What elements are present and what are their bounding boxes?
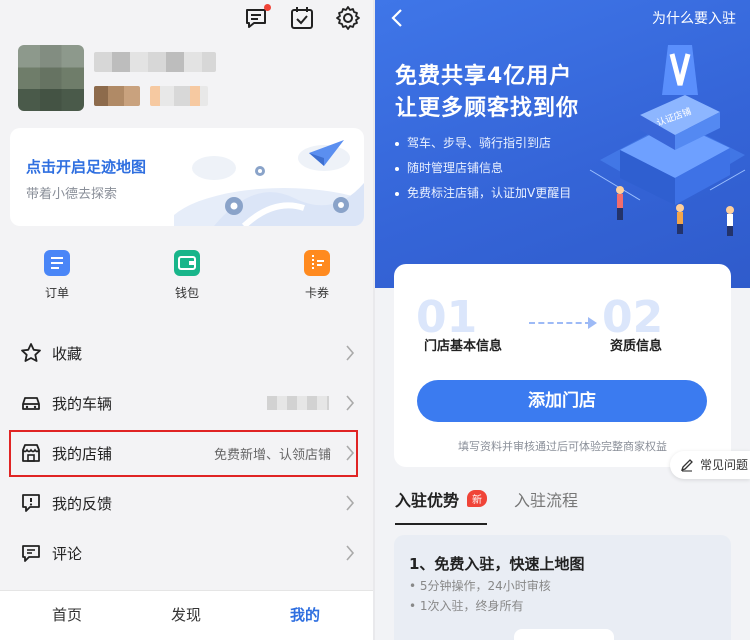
back-arrow-icon[interactable] xyxy=(389,8,407,28)
tab-mine[interactable]: 我的 xyxy=(290,604,320,625)
quick-order[interactable]: 订单 xyxy=(17,250,97,301)
step-arrow-line xyxy=(529,322,591,324)
map-card-subtitle: 带着小德去探索 xyxy=(26,187,118,202)
menu-item-favorites[interactable]: 收藏 xyxy=(0,328,373,378)
map-illustration xyxy=(174,140,364,226)
hero-bullet: 免费标注店铺，认证加V更醒目 xyxy=(395,184,571,201)
bottom-nav: 首页 发现 我的 xyxy=(0,590,373,640)
new-badge: 新 xyxy=(467,490,487,507)
chevron-right-icon xyxy=(346,545,355,561)
my-store-highlight-box xyxy=(9,430,358,477)
tab-discover[interactable]: 发现 xyxy=(171,604,201,625)
store-onboarding-screen: 为什么要入驻 免费共享4亿用户 让更多顾客找到你 驾车、步导、骑行指引到店 随时… xyxy=(375,0,750,640)
step-1-label: 门店基本信息 xyxy=(424,339,503,354)
wallet-icon xyxy=(174,250,200,276)
benefit-item: 5分钟操作，24小时审核 xyxy=(409,577,551,594)
store-building-illustration: 认证店铺 xyxy=(589,45,746,236)
message-icon[interactable] xyxy=(243,4,271,31)
quick-coupon-label: 卡券 xyxy=(304,286,329,300)
order-icon xyxy=(44,250,70,276)
menu-item-comments-label: 评论 xyxy=(52,545,83,563)
top-icon-bar xyxy=(243,4,361,31)
settings-icon[interactable] xyxy=(335,5,361,31)
quick-wallet[interactable]: 钱包 xyxy=(147,250,227,301)
menu-item-comments[interactable]: 评论 xyxy=(0,528,373,578)
hero-bullet: 随时管理店铺信息 xyxy=(395,159,503,176)
profile-screen: 点击开启足迹地图 带着小德去探索 订单 钱包 卡券 收藏 我的车辆 我的店铺 免… xyxy=(0,0,373,640)
benefit-title: 1、免费入驻，快速上地图 xyxy=(409,555,585,573)
step-2-label: 资质信息 xyxy=(610,339,663,354)
chevron-right-icon xyxy=(346,395,355,411)
tab-home[interactable]: 首页 xyxy=(52,604,82,625)
chevron-right-icon xyxy=(346,345,355,361)
car-icon xyxy=(22,397,40,410)
faq-label: 常见问题 xyxy=(700,458,749,472)
hero-banner: 为什么要入驻 免费共享4亿用户 让更多顾客找到你 驾车、步导、骑行指引到店 随时… xyxy=(375,0,750,288)
avatar[interactable] xyxy=(18,45,84,111)
menu-item-vehicles-label: 我的车辆 xyxy=(52,395,113,413)
active-tab-underline xyxy=(395,523,487,525)
hero-bullet: 驾车、步导、骑行指引到店 xyxy=(395,134,551,151)
feedback-icon xyxy=(22,494,40,512)
star-icon xyxy=(21,343,41,362)
chevron-right-icon xyxy=(346,495,355,511)
footprint-map-card[interactable]: 点击开启足迹地图 带着小德去探索 xyxy=(10,128,364,226)
coupon-icon xyxy=(304,250,330,276)
unread-dot xyxy=(264,4,271,11)
quick-order-label: 订单 xyxy=(44,286,69,300)
faq-button[interactable]: 常见问题 xyxy=(670,451,750,479)
onboarding-steps-card: 01 门店基本信息 02 资质信息 添加门店 填写资料并审核通过后可体验完整商家… xyxy=(394,264,731,467)
hero-headline-2: 让更多顾客找到你 xyxy=(395,96,580,121)
edit-pen-icon xyxy=(680,459,693,472)
user-tag-blurred xyxy=(150,86,208,106)
menu-item-favorites-label: 收藏 xyxy=(52,345,83,363)
onboarding-tabs: 入驻优势 新 入驻流程 xyxy=(375,487,750,527)
menu-item-feedback-label: 我的反馈 xyxy=(52,495,113,513)
benefit-item: 1次入驻，终身所有 xyxy=(409,597,524,614)
menu-item-vehicles[interactable]: 我的车辆 xyxy=(0,378,373,428)
quick-actions: 订单 钱包 卡券 xyxy=(0,250,373,310)
tab-process[interactable]: 入驻流程 xyxy=(514,487,578,511)
comment-icon xyxy=(22,545,40,562)
vehicle-plate-blurred xyxy=(267,396,329,410)
username-blurred xyxy=(94,52,216,72)
tab-advantages[interactable]: 入驻优势 xyxy=(395,487,459,511)
benefit-card: 1、免费入驻，快速上地图 5分钟操作，24小时审核 1次入驻，终身所有 xyxy=(394,535,731,640)
why-join-link[interactable]: 为什么要入驻 xyxy=(652,8,736,28)
step-arrow-head xyxy=(588,317,597,329)
user-level-blurred xyxy=(94,86,140,106)
checkin-calendar-icon[interactable] xyxy=(289,5,315,31)
add-store-button[interactable]: 添加门店 xyxy=(417,380,707,422)
phone-preview-illustration xyxy=(514,629,614,640)
quick-coupon[interactable]: 卡券 xyxy=(277,250,357,301)
map-card-title: 点击开启足迹地图 xyxy=(26,158,147,176)
menu-item-feedback[interactable]: 我的反馈 xyxy=(0,478,373,528)
hero-headline-1: 免费共享4亿用户 xyxy=(395,64,573,89)
quick-wallet-label: 钱包 xyxy=(174,286,199,300)
